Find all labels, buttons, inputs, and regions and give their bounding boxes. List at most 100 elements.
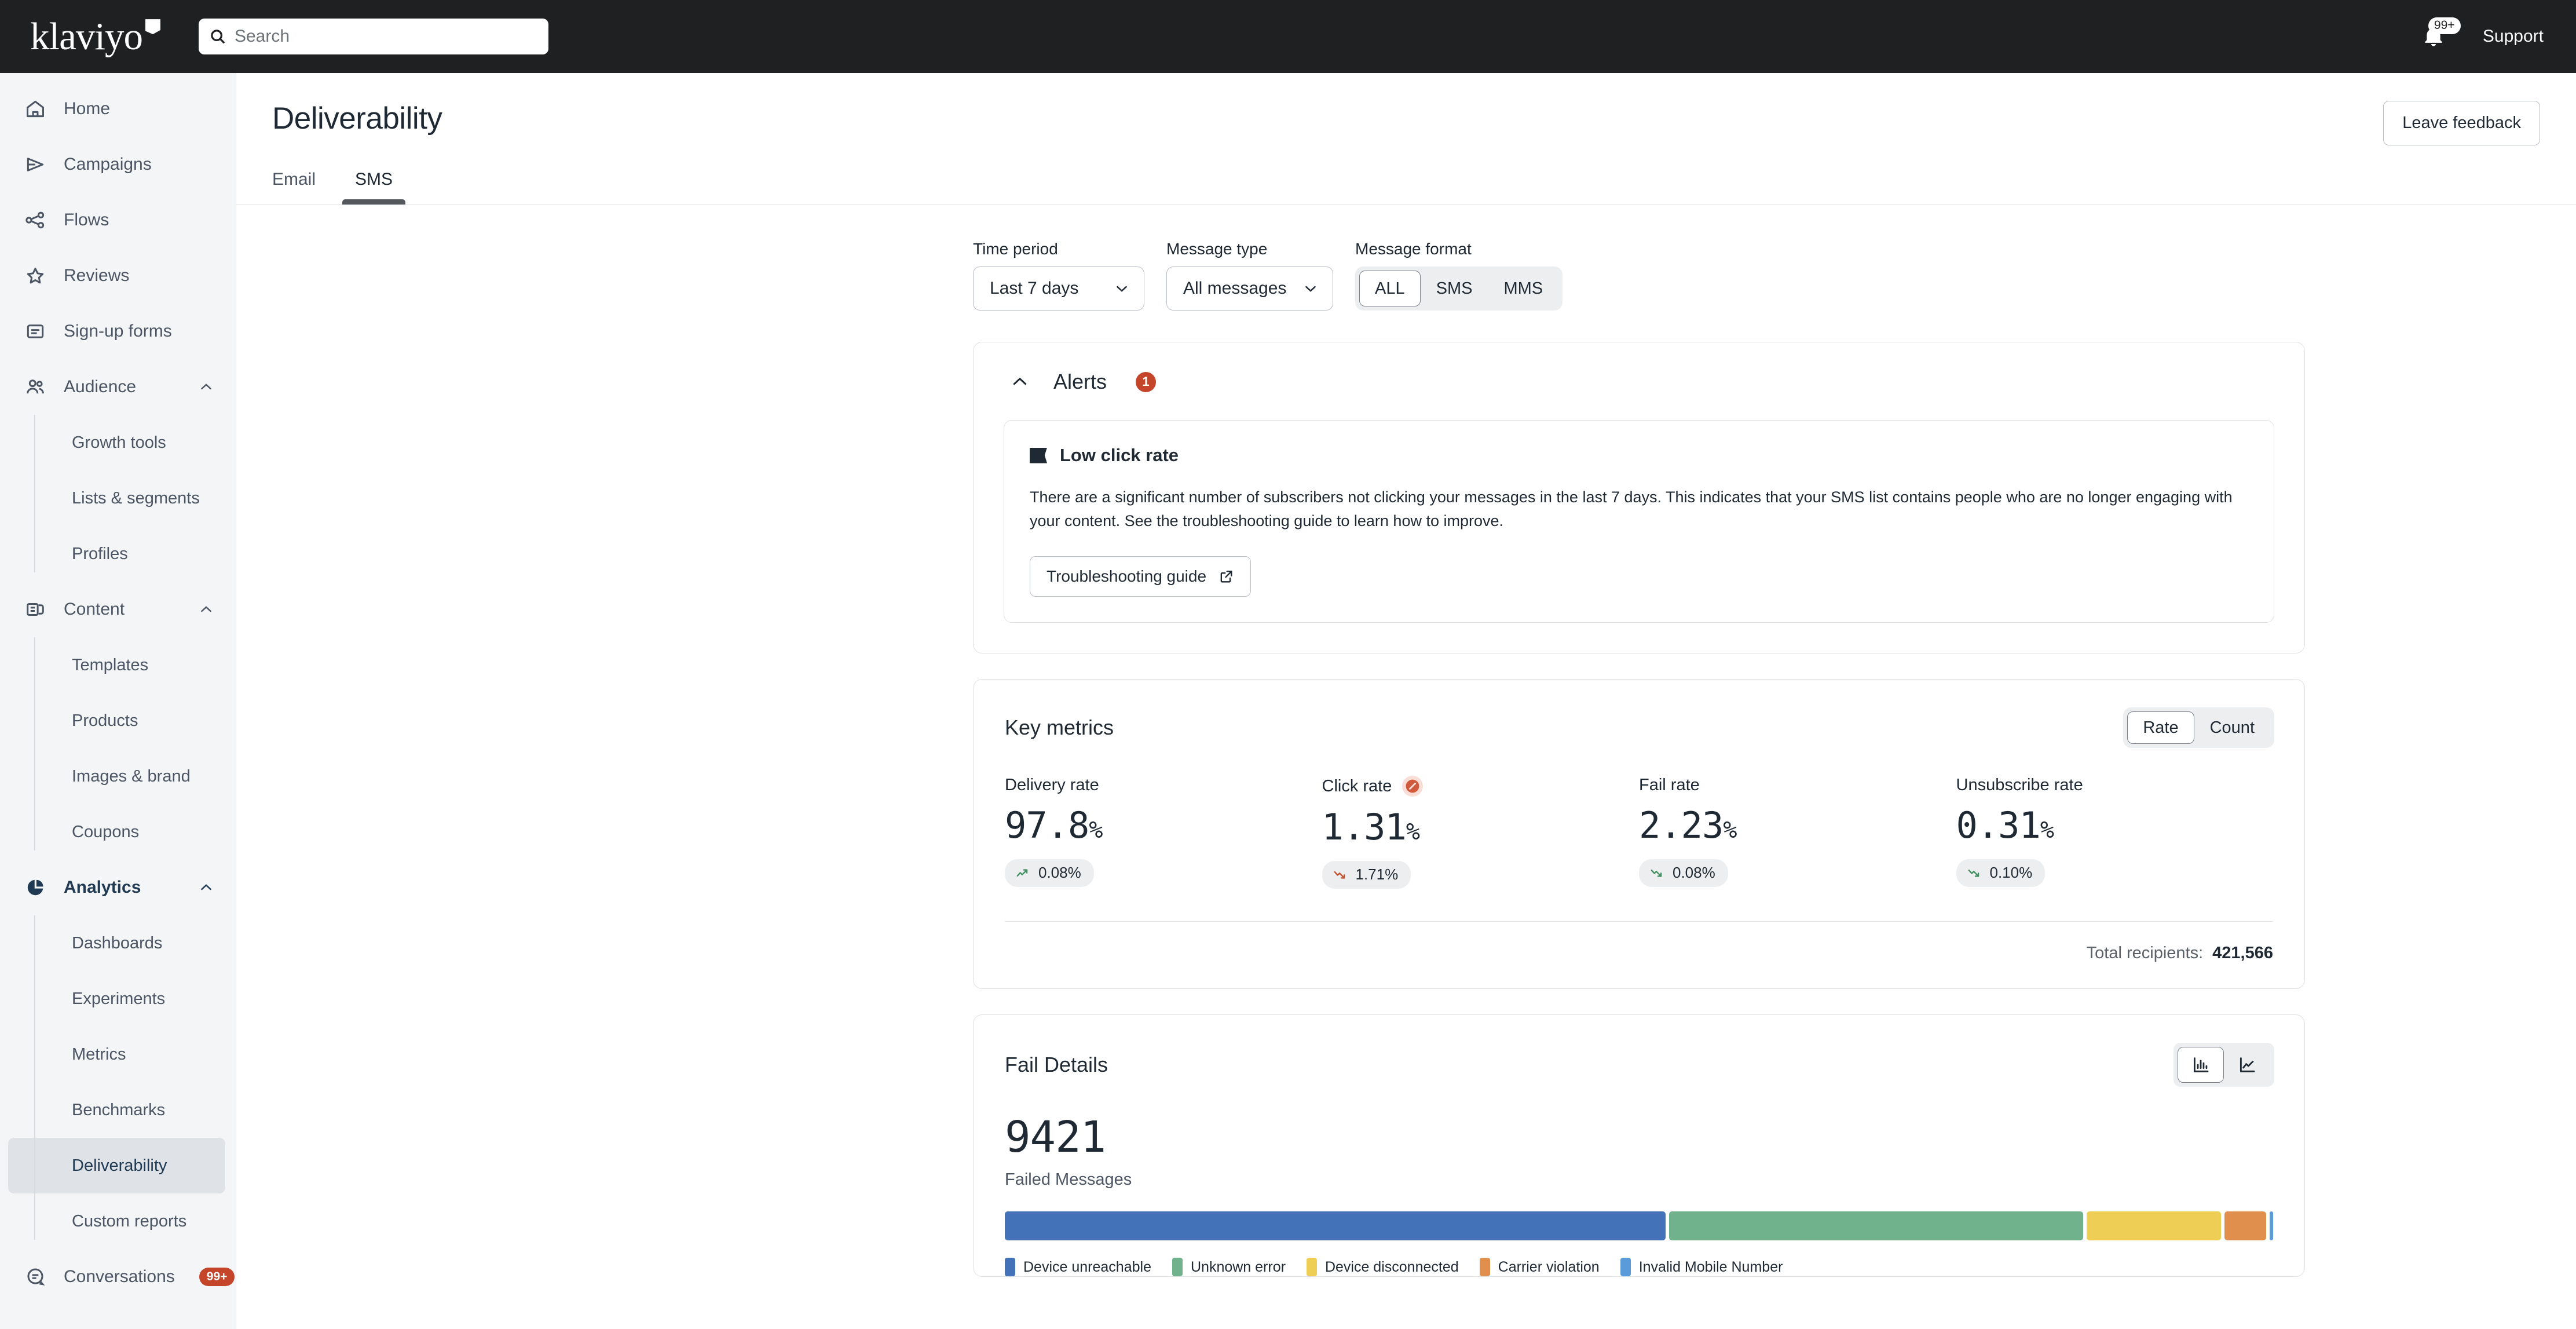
- no-entry-warning-icon: [1402, 776, 1423, 797]
- bar-chart-icon: [2191, 1055, 2211, 1075]
- key-metrics-title: Key metrics: [1005, 715, 1114, 740]
- sidebar-section-label: Content: [64, 600, 181, 619]
- notifications-button[interactable]: 99+: [2416, 19, 2451, 54]
- metric-label-row: Delivery rate: [1005, 776, 1322, 795]
- metric-label: Click rate: [1322, 777, 1392, 796]
- sidebar-item-experiments[interactable]: Experiments: [8, 971, 225, 1027]
- bar-segment-device-disconnected[interactable]: [2087, 1211, 2221, 1240]
- alert-body-text: There are a significant number of subscr…: [1030, 485, 2248, 533]
- people-icon: [22, 376, 49, 398]
- conversations-badge: 99+: [199, 1268, 235, 1286]
- rate-count-segmented: Rate Count: [2123, 707, 2274, 748]
- time-period-select[interactable]: Last 7 days: [973, 266, 1144, 311]
- metric-delta-value: 0.08%: [1038, 864, 1081, 882]
- bar-segment-invalid-mobile-number[interactable]: [2270, 1211, 2274, 1240]
- star-icon: [22, 265, 49, 287]
- flag-icon: [1030, 448, 1047, 463]
- chat-icon: [22, 1266, 49, 1288]
- metric-fail-rate: Fail rate 2.23% 0.08%: [1639, 776, 1956, 889]
- message-format-filter: Message format ALL SMS MMS: [1355, 240, 1563, 311]
- page-header: Deliverability Leave feedback: [236, 73, 2576, 145]
- sidebar-item-products[interactable]: Products: [8, 693, 225, 749]
- sidebar-item-label: Sign-up forms: [64, 322, 216, 341]
- body-row: Home Campaigns Flows: [0, 73, 2576, 1329]
- message-format-label: Message format: [1355, 240, 1563, 258]
- support-link[interactable]: Support: [2483, 27, 2544, 46]
- tab-email[interactable]: Email: [272, 170, 328, 205]
- sidebar-item-label: Reviews: [64, 266, 216, 286]
- fail-details-title: Fail Details: [1005, 1053, 1108, 1077]
- sub-item-label: Profiles: [72, 545, 128, 564]
- sidebar-item-custom-reports[interactable]: Custom reports: [8, 1193, 225, 1249]
- sub-item-label: Benchmarks: [72, 1101, 165, 1120]
- sidebar-item-campaigns[interactable]: Campaigns: [0, 137, 236, 192]
- alerts-card: Alerts 1 Low click rate There are a sign…: [973, 342, 2305, 653]
- metric-value: 97.8%: [1005, 804, 1322, 846]
- bar-segment-carrier-violation[interactable]: [2224, 1211, 2266, 1240]
- sidebar-item-signup-forms[interactable]: Sign-up forms: [0, 304, 236, 359]
- external-link-icon: [1218, 568, 1234, 585]
- filter-bar: Time period Last 7 days Message type All…: [236, 205, 2576, 311]
- legend-item[interactable]: Carrier violation: [1480, 1258, 1600, 1276]
- bar-chart-button[interactable]: [2178, 1047, 2224, 1083]
- metric-label-row: Click rate: [1322, 776, 1640, 797]
- sidebar-item-reviews[interactable]: Reviews: [0, 248, 236, 304]
- legend-item[interactable]: Invalid Mobile Number: [1620, 1258, 1783, 1276]
- sidebar-section-label: Audience: [64, 377, 181, 397]
- troubleshooting-guide-label: Troubleshooting guide: [1046, 567, 1206, 586]
- message-format-option-all[interactable]: ALL: [1359, 271, 1421, 306]
- metric-unsubscribe-rate: Unsubscribe rate 0.31% 0.10%: [1956, 776, 2274, 889]
- sidebar-section-analytics[interactable]: Analytics: [0, 860, 236, 915]
- sub-item-label: Dashboards: [72, 934, 162, 953]
- sidebar-item-deliverability[interactable]: Deliverability: [8, 1138, 225, 1193]
- trend-down-icon: [1967, 866, 1982, 881]
- search-placeholder: Search: [235, 27, 290, 46]
- message-format-option-sms[interactable]: SMS: [1421, 271, 1488, 306]
- sidebar-item-metrics[interactable]: Metrics: [8, 1027, 225, 1082]
- search-input[interactable]: Search: [199, 19, 548, 54]
- sidebar-item-images-brand[interactable]: Images & brand: [8, 749, 225, 804]
- sidebar-item-growth-tools[interactable]: Growth tools: [8, 415, 225, 470]
- trend-down-icon: [1649, 866, 1664, 881]
- sidebar-subnav-content: Templates Products Images & brand Coupon…: [0, 637, 236, 860]
- sidebar-item-home[interactable]: Home: [0, 81, 236, 137]
- message-format-option-mms[interactable]: MMS: [1488, 271, 1558, 306]
- key-metrics-card: Key metrics Rate Count Delivery rate 97.…: [973, 679, 2305, 989]
- tab-sms[interactable]: SMS: [342, 170, 405, 205]
- bar-segment-unknown-error[interactable]: [1669, 1211, 2083, 1240]
- content-icon: [22, 598, 49, 620]
- sidebar-item-coupons[interactable]: Coupons: [8, 804, 225, 860]
- klaviyo-logo[interactable]: klaviyo: [30, 19, 160, 54]
- line-chart-button[interactable]: [2224, 1047, 2270, 1083]
- legend-item[interactable]: Unknown error: [1172, 1258, 1286, 1276]
- main-content: Deliverability Leave feedback Email SMS …: [236, 73, 2576, 1329]
- rate-option[interactable]: Rate: [2127, 711, 2194, 744]
- alert-item: Low click rate There are a significant n…: [1004, 420, 2274, 623]
- sidebar-section-audience[interactable]: Audience: [0, 359, 236, 415]
- sidebar-item-flows[interactable]: Flows: [0, 192, 236, 248]
- sidebar-item-templates[interactable]: Templates: [8, 637, 225, 693]
- chart-type-toggle: [2174, 1043, 2274, 1087]
- metric-delta: 1.71%: [1322, 861, 1411, 889]
- legend-swatch: [1172, 1258, 1183, 1276]
- sidebar-item-benchmarks[interactable]: Benchmarks: [8, 1082, 225, 1138]
- sidebar-item-profiles[interactable]: Profiles: [8, 526, 225, 582]
- legend-swatch: [1005, 1258, 1015, 1276]
- metric-delta-value: 0.10%: [1990, 864, 2033, 882]
- legend-label: Carrier violation: [1498, 1259, 1600, 1276]
- sidebar-section-content[interactable]: Content: [0, 582, 236, 637]
- legend-item[interactable]: Device unreachable: [1005, 1258, 1151, 1276]
- legend-item[interactable]: Device disconnected: [1307, 1258, 1459, 1276]
- sidebar-item-conversations[interactable]: Conversations 99+: [0, 1249, 236, 1305]
- metric-delta: 0.08%: [1005, 859, 1094, 887]
- message-type-select[interactable]: All messages: [1166, 266, 1333, 311]
- sidebar-item-lists-segments[interactable]: Lists & segments: [8, 470, 225, 526]
- count-option[interactable]: Count: [2194, 711, 2270, 744]
- legend-label: Invalid Mobile Number: [1639, 1259, 1783, 1276]
- alerts-collapse-button[interactable]: [1007, 369, 1033, 395]
- sidebar-item-dashboards[interactable]: Dashboards: [8, 915, 225, 971]
- troubleshooting-guide-button[interactable]: Troubleshooting guide: [1030, 556, 1251, 597]
- bar-segment-device-unreachable[interactable]: [1005, 1211, 1666, 1240]
- message-type-filter: Message type All messages: [1166, 240, 1333, 311]
- leave-feedback-button[interactable]: Leave feedback: [2383, 101, 2540, 145]
